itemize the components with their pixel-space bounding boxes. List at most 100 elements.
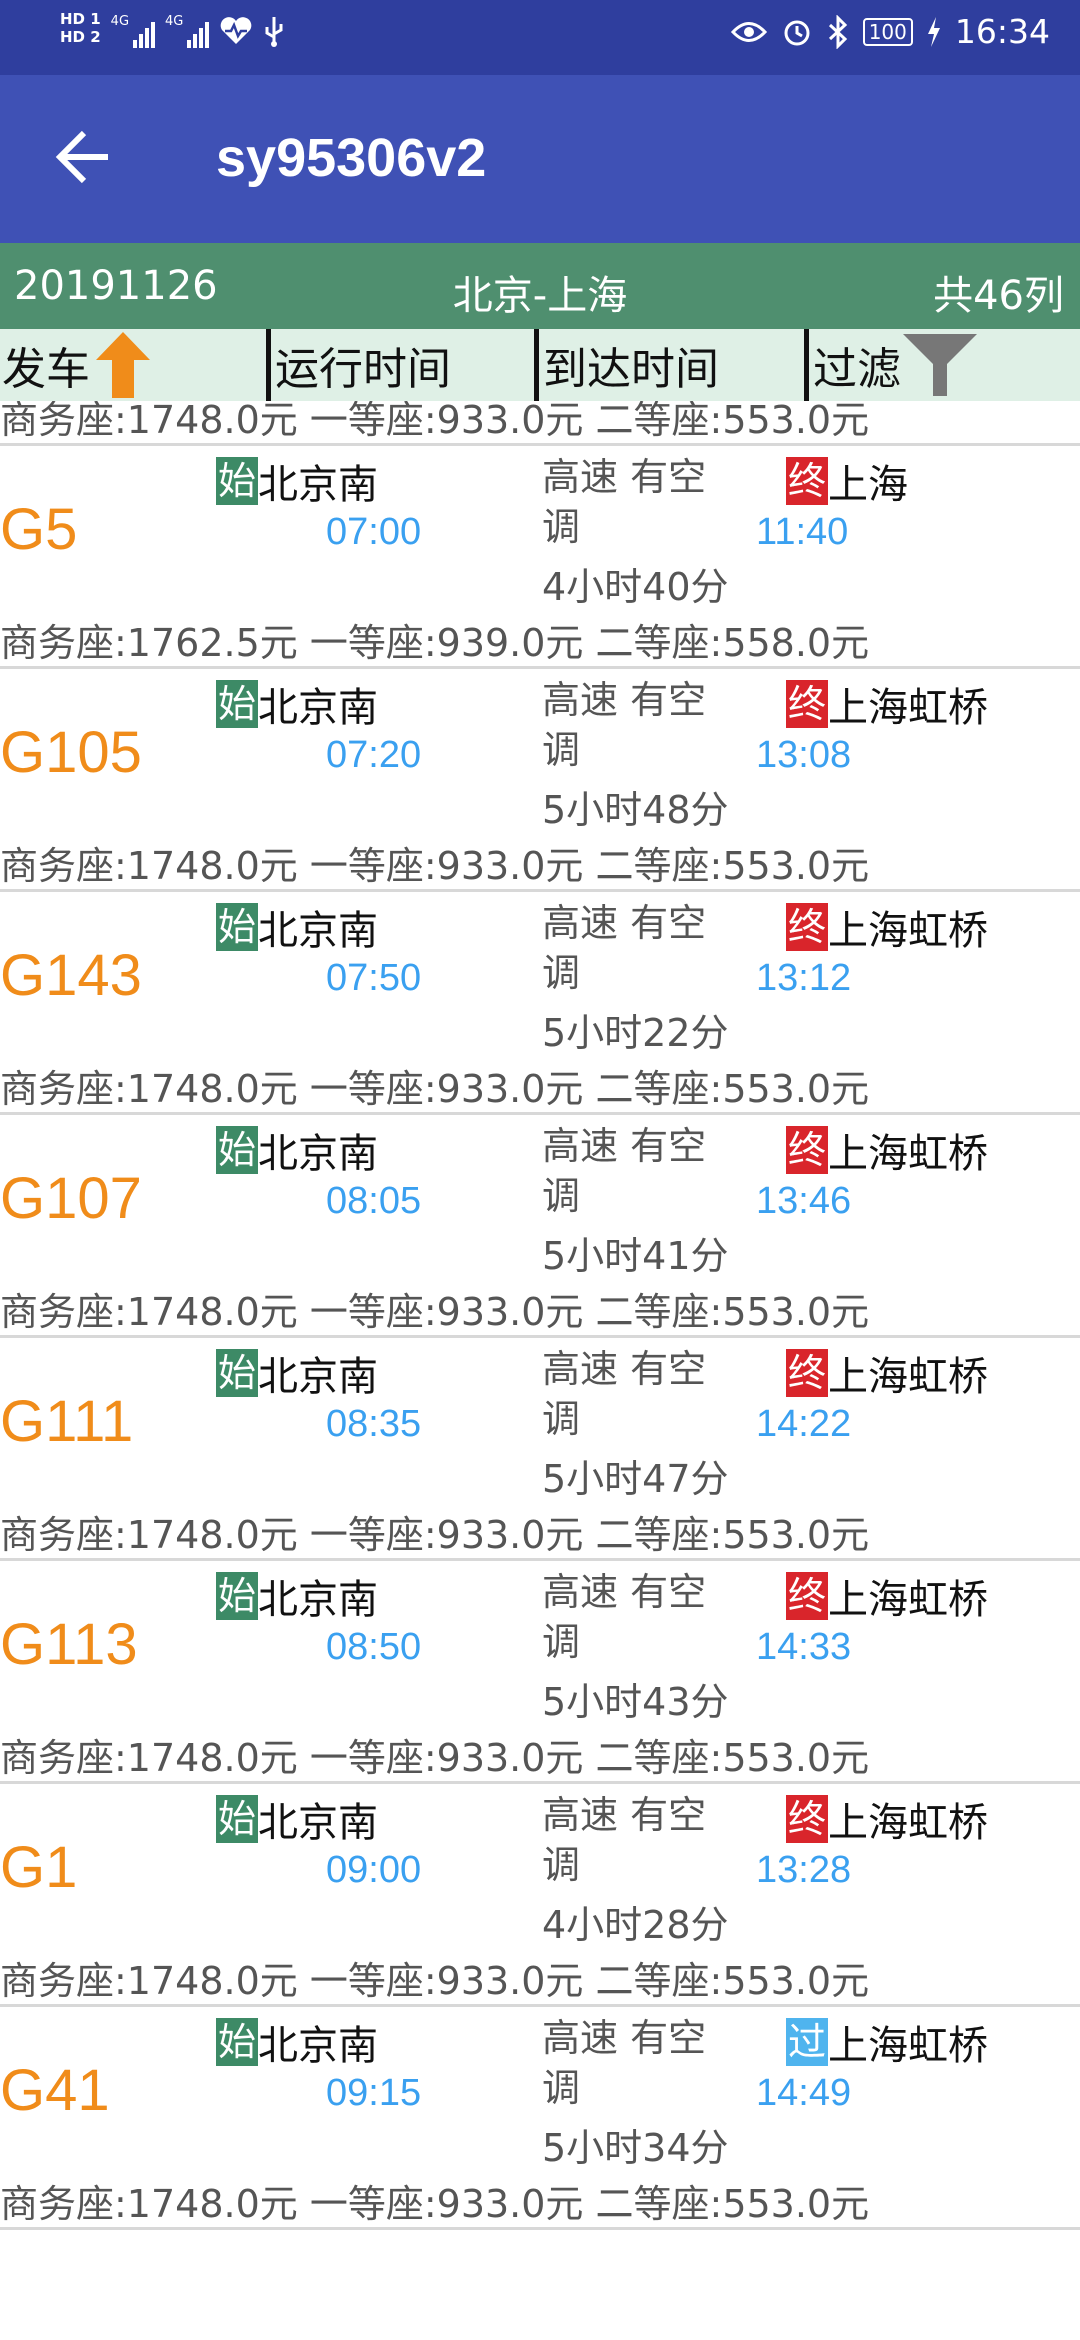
train-row[interactable]: G143 始北京南 07:50 高速 有空调 5小时22分 终上海虹桥 13:1… — [0, 892, 1080, 1115]
end-tag: 过 — [786, 2018, 829, 2066]
start-station: 始北京南 — [216, 675, 378, 733]
end-tag: 终 — [786, 903, 829, 951]
train-number: G5 — [0, 497, 78, 562]
end-tag: 终 — [786, 1126, 829, 1174]
start-station-name: 北京南 — [258, 462, 379, 508]
train-row[interactable]: G111 始北京南 08:35 高速 有空调 5小时47分 终上海虹桥 14:2… — [0, 1338, 1080, 1561]
train-type: 高速 有空调 — [542, 455, 707, 549]
alarm-icon — [784, 20, 810, 45]
arrive-time: 14:22 — [756, 1403, 852, 1445]
hd2-badge: HD 2 — [60, 28, 101, 46]
duration: 4小时40分 — [542, 565, 729, 609]
net2-label: 4G — [165, 14, 184, 29]
train-type: 高速 有空调 — [542, 1570, 707, 1664]
arrive-time: 11:40 — [756, 511, 849, 553]
depart-time: 07:50 — [326, 957, 422, 999]
sort-depart-button[interactable]: 发车 — [2, 329, 152, 401]
start-station: 始北京南 — [216, 2013, 378, 2071]
start-station: 始北京南 — [216, 1567, 378, 1625]
train-row[interactable]: G107 始北京南 08:05 高速 有空调 5小时41分 终上海虹桥 13:4… — [0, 1115, 1080, 1338]
sort-up-arrow-icon — [96, 332, 150, 398]
train-row[interactable]: G113 始北京南 08:50 高速 有空调 5小时43分 终上海虹桥 14:3… — [0, 1561, 1080, 1784]
end-station: 终上海虹桥 — [786, 1121, 988, 1179]
query-info-bar: 20191126 北京-上海 共46列 — [0, 243, 1080, 329]
sort-bar: 发车 运行时间 到达时间 过滤 — [0, 329, 1080, 401]
seat-prices: 商务座:1748.0元 一等座:933.0元 二等座:553.0元 — [0, 1290, 870, 1334]
start-station-name: 北京南 — [258, 2023, 379, 2069]
seat-prices: 商务座:1748.0元 一等座:933.0元 二等座:553.0元 — [0, 1067, 870, 1111]
depart-time: 08:05 — [326, 1180, 422, 1222]
end-station-name: 上海虹桥 — [828, 908, 989, 954]
train-type: 高速 有空调 — [542, 1793, 707, 1887]
train-row[interactable]: G1 始北京南 09:00 高速 有空调 4小时28分 终上海虹桥 13:28 … — [0, 1784, 1080, 2007]
seat-prices: 商务座:1748.0元 一等座:933.0元 二等座:553.0元 — [0, 1959, 870, 2003]
train-row[interactable]: G105 始北京南 07:20 高速 有空调 5小时48分 终上海虹桥 13:0… — [0, 669, 1080, 892]
hd1-badge: HD 1 — [60, 10, 101, 28]
train-number: G1 — [0, 1835, 78, 1900]
end-station: 终上海虹桥 — [786, 898, 988, 956]
duration: 5小时48分 — [542, 788, 729, 832]
sort-runtime-label: 运行时间 — [275, 344, 451, 395]
start-station: 始北京南 — [216, 1344, 378, 1402]
end-tag: 终 — [786, 457, 829, 505]
back-arrow-icon[interactable] — [52, 125, 116, 189]
train-row[interactable]: G5 始北京南 07:00 高速 有空调 4小时40分 终上海 11:40 商务… — [0, 446, 1080, 669]
duration: 5小时43分 — [542, 1680, 729, 1724]
start-station-name: 北京南 — [258, 685, 379, 731]
sort-runtime-button[interactable]: 运行时间 — [266, 329, 451, 401]
train-number: G113 — [0, 1612, 138, 1677]
seat-prices: 商务座:1748.0元 一等座:933.0元 二等座:553.0元 — [0, 1736, 870, 1780]
seat-prices: 商务座:1762.5元 一等座:939.0元 二等座:558.0元 — [0, 621, 870, 665]
train-row[interactable]: G101 始北京南 06:36 高速 有空调 6小时4分 终上海虹桥 12:40… — [0, 401, 1080, 446]
arrive-time: 14:49 — [756, 2072, 852, 2114]
end-station: 过上海虹桥 — [786, 2013, 988, 2071]
end-station: 终上海 — [786, 452, 908, 510]
train-row[interactable]: G41 始北京南 09:15 高速 有空调 5小时34分 过上海虹桥 14:49… — [0, 2007, 1080, 2230]
start-tag: 始 — [216, 903, 259, 951]
sort-arrive-button[interactable]: 到达时间 — [534, 329, 719, 401]
seat-prices: 商务座:1748.0元 一等座:933.0元 二等座:553.0元 — [0, 1513, 870, 1557]
depart-time: 09:00 — [326, 1849, 422, 1891]
arrive-time: 13:28 — [756, 1849, 852, 1891]
train-type: 高速 有空调 — [542, 1347, 707, 1441]
net1-label: 4G — [110, 14, 130, 29]
start-station-name: 北京南 — [258, 1131, 379, 1177]
train-type: 高速 有空调 — [542, 2016, 707, 2110]
start-tag: 始 — [216, 2018, 259, 2066]
duration: 5小时41分 — [542, 1234, 729, 1278]
arrive-time: 13:12 — [756, 957, 852, 999]
app-bar: sy95306v2 — [0, 75, 1080, 243]
start-tag: 始 — [216, 1349, 259, 1397]
end-station-name: 上海虹桥 — [828, 1577, 989, 1623]
start-station: 始北京南 — [216, 1121, 378, 1179]
depart-time: 08:50 — [326, 1626, 422, 1668]
charging-icon — [927, 16, 940, 47]
filter-funnel-icon — [903, 334, 977, 396]
duration: 5小时22分 — [542, 1011, 729, 1055]
duration: 5小时34分 — [542, 2126, 729, 2170]
train-number: G107 — [0, 1166, 142, 1231]
end-tag: 终 — [786, 680, 829, 728]
filter-button[interactable]: 过滤 — [804, 329, 979, 401]
clock: 16:34 — [954, 12, 1050, 51]
train-list[interactable]: G101 始北京南 06:36 高速 有空调 6小时4分 终上海虹桥 12:40… — [0, 401, 1080, 2340]
end-tag: 终 — [786, 1572, 829, 1620]
end-station-name: 上海虹桥 — [828, 1800, 989, 1846]
start-tag: 始 — [216, 1126, 259, 1174]
train-number: G143 — [0, 943, 142, 1008]
end-tag: 终 — [786, 1795, 829, 1843]
end-station: 终上海虹桥 — [786, 1790, 988, 1848]
usb-icon — [265, 17, 283, 47]
end-station-name: 上海 — [828, 462, 909, 508]
train-type: 高速 有空调 — [542, 1124, 707, 1218]
duration: 5小时47分 — [542, 1457, 729, 1501]
eye-icon — [730, 21, 767, 42]
start-tag: 始 — [216, 457, 259, 505]
end-station-name: 上海虹桥 — [828, 685, 989, 731]
start-station: 始北京南 — [216, 1790, 378, 1848]
start-station-name: 北京南 — [258, 1800, 379, 1846]
end-station-name: 上海虹桥 — [828, 1354, 989, 1400]
train-list-inner: G101 始北京南 06:36 高速 有空调 6小时4分 终上海虹桥 12:40… — [0, 401, 1080, 2230]
signal-2-icon: 4G — [165, 14, 210, 48]
status-bar: HD 1 HD 2 4G 4G 100 16:34 — [0, 0, 1080, 75]
